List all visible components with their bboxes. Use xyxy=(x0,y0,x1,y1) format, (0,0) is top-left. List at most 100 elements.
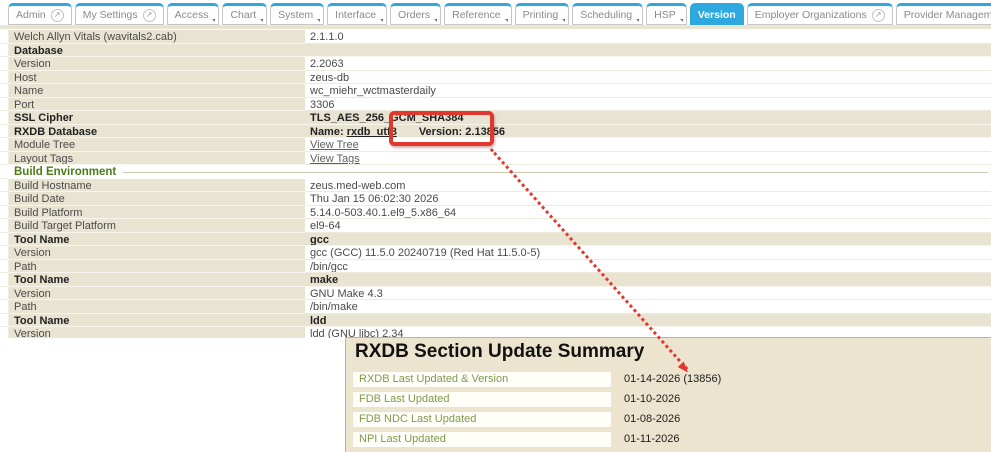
row-label: Version xyxy=(8,246,305,260)
rxdb-version-value: Version: 2.13856 xyxy=(419,126,505,138)
tab-label: Interface xyxy=(335,9,376,21)
table-row: Build Environment xyxy=(0,165,991,179)
table-row: Build Target Platformel9-64 xyxy=(0,219,991,233)
summary-row-label: RXDB Last Updated & Version xyxy=(353,372,611,387)
row-label: Tool Name xyxy=(8,314,305,328)
row-gutter xyxy=(0,44,8,58)
row-value: el9-64 xyxy=(305,219,991,233)
table-row: Path/bin/make xyxy=(0,300,991,314)
dropdown-arrow-icon xyxy=(317,19,320,22)
summary-row-value: 01-11-2026 xyxy=(611,432,985,447)
summary-row: RXDB Last Updated & Version01-14-2026 (1… xyxy=(353,372,985,387)
table-row: Build Hostnamezeus.med-web.com xyxy=(0,179,991,193)
summary-row-value: 01-10-2026 xyxy=(611,392,985,407)
row-gutter xyxy=(0,300,8,314)
summary-title: RXDB Section Update Summary xyxy=(355,341,644,363)
table-row: Build DateThu Jan 15 06:02:30 2026 xyxy=(0,192,991,206)
summary-row-value: 01-08-2026 xyxy=(611,412,985,427)
dropdown-arrow-icon xyxy=(380,19,383,22)
table-row: Database xyxy=(0,44,991,58)
admin-tab-bar: Admin↗ My Settings ↗ Access Chart System Inter… xyxy=(0,0,991,26)
dropdown-arrow-icon xyxy=(260,19,263,22)
row-gutter xyxy=(0,57,8,71)
section-header-rule xyxy=(123,172,988,173)
row-label: Tool Name xyxy=(8,233,305,247)
tab-access[interactable]: Access xyxy=(167,3,220,25)
row-gutter xyxy=(0,273,8,287)
row-label: Build Platform xyxy=(8,206,305,220)
row-gutter xyxy=(0,327,8,338)
row-label: Path xyxy=(8,300,305,314)
tab-label: HSP xyxy=(654,9,676,21)
tab-label: Employer Organizations xyxy=(755,9,867,21)
row-gutter xyxy=(0,260,8,274)
row-label: Database xyxy=(8,44,305,58)
row-label: Host xyxy=(8,71,305,85)
row-gutter xyxy=(0,206,8,220)
row-value: 2.1.1.0 xyxy=(305,30,991,44)
tab-orders[interactable]: Orders xyxy=(390,3,441,25)
table-row: Layout Tags View Tags xyxy=(0,152,991,166)
tab-label: My Settings xyxy=(83,9,138,21)
row-label: Port xyxy=(8,98,305,112)
row-value: ldd xyxy=(305,314,991,328)
row-label: Welch Allyn Vitals (wavitals2.cab) xyxy=(8,30,305,44)
row-value: gcc (GCC) 11.5.0 20240719 (Red Hat 11.5.… xyxy=(305,246,991,260)
row-value: /bin/make xyxy=(305,300,991,314)
table-row: SSL CipherTLS_AES_256_GCM_SHA384 xyxy=(0,111,991,125)
row-value xyxy=(305,44,991,58)
tab-printing[interactable]: Printing xyxy=(515,3,570,25)
tab-interface[interactable]: Interface xyxy=(327,3,387,25)
row-label: Version xyxy=(8,287,305,301)
tab-label: System xyxy=(278,9,313,21)
row-label: Build Target Platform xyxy=(8,219,305,233)
tab-reference[interactable]: Reference xyxy=(444,3,511,25)
row-gutter xyxy=(0,111,8,125)
tab-employer-organizations[interactable]: Employer Organizations↗ xyxy=(747,3,893,25)
tab-label: Orders xyxy=(398,9,430,21)
row-value: Thu Jan 15 06:02:30 2026 xyxy=(305,192,991,206)
view-tags-link[interactable]: View Tags xyxy=(310,153,360,165)
dropdown-arrow-icon xyxy=(434,19,437,22)
row-value: gcc xyxy=(305,233,991,247)
dropdown-arrow-icon xyxy=(680,19,683,22)
summary-row: FDB NDC Last Updated01-08-2026 xyxy=(353,412,985,427)
view-tree-link[interactable]: View Tree xyxy=(310,139,359,151)
row-label: Build Date xyxy=(8,192,305,206)
summary-row-value: 01-14-2026 (13856) xyxy=(611,372,985,387)
tab-hsp[interactable]: HSP xyxy=(646,3,687,25)
row-gutter xyxy=(0,138,8,152)
tab-scheduling[interactable]: Scheduling xyxy=(572,3,643,25)
table-row: VersionGNU Make 4.3 xyxy=(0,287,991,301)
table-row: Build Platform5.14.0-503.40.1.el9_5.x86_… xyxy=(0,206,991,220)
table-row: RXDB DatabaseName: rxdb_utf8Version: 2.1… xyxy=(0,125,991,139)
tab-admin[interactable]: Admin↗ xyxy=(8,3,72,25)
tab-label: Access xyxy=(175,9,209,21)
dropdown-arrow-icon xyxy=(562,19,565,22)
tab-provider-management[interactable]: Provider Management↗ xyxy=(896,3,991,25)
row-value: GNU Make 4.3 xyxy=(305,287,991,301)
row-label: Module Tree xyxy=(8,138,305,152)
row-gutter xyxy=(0,287,8,301)
summary-row: FDB Last Updated01-10-2026 xyxy=(353,392,985,407)
dropdown-arrow-icon xyxy=(636,19,639,22)
tab-version[interactable]: Version xyxy=(690,3,744,25)
tab-my-settings[interactable]: My Settings ↗ xyxy=(75,3,164,25)
summary-rows: RXDB Last Updated & Version01-14-2026 (1… xyxy=(353,372,985,452)
tab-system[interactable]: System xyxy=(270,3,324,25)
row-label: Path xyxy=(8,260,305,274)
table-row: Tool Nameldd xyxy=(0,314,991,328)
row-label: Layout Tags xyxy=(8,152,305,166)
row-value: View Tags xyxy=(305,152,991,166)
table-row: Tool Namegcc xyxy=(0,233,991,247)
row-value: wc_miehr_wctmasterdaily xyxy=(305,84,991,98)
row-label: Build Hostname xyxy=(8,179,305,193)
row-gutter xyxy=(0,179,8,193)
summary-row-label: NPI Last Updated xyxy=(353,432,611,447)
row-gutter xyxy=(0,233,8,247)
table-row: Tool Namemake xyxy=(0,273,991,287)
rxdb-name-link[interactable]: rxdb_utf8 xyxy=(347,126,397,138)
external-link-icon: ↗ xyxy=(143,9,156,22)
dropdown-arrow-icon xyxy=(212,19,215,22)
tab-chart[interactable]: Chart xyxy=(222,3,267,25)
